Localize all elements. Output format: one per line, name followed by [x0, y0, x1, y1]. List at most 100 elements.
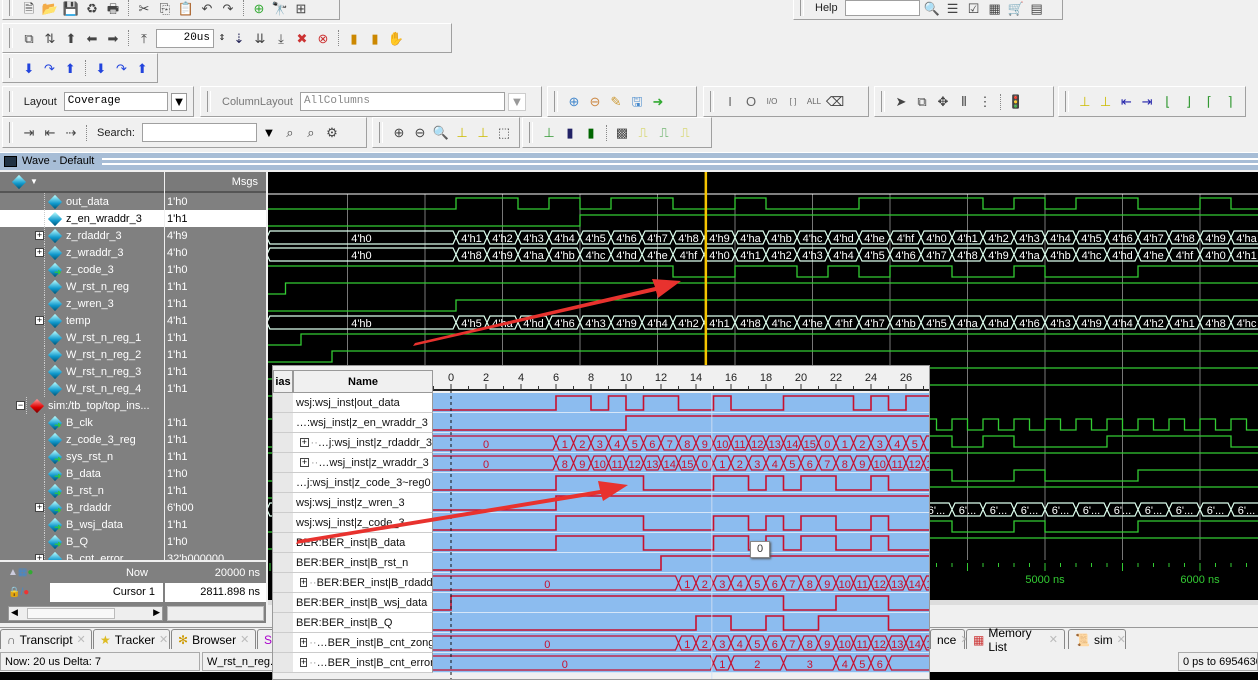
select-pointer-icon[interactable]: ➤: [892, 93, 910, 111]
spreadsheet-icon[interactable]: ▤: [1028, 0, 1046, 17]
zoom-area-icon[interactable]: ⬚: [495, 124, 513, 142]
search-forward-icon[interactable]: ⌕: [281, 124, 299, 142]
expand-icon[interactable]: +: [35, 554, 44, 560]
grid-icon[interactable]: ▦: [986, 0, 1004, 17]
wave-pattern-icon[interactable]: ▩: [613, 124, 631, 142]
delete-cursor-icon[interactable]: ⊥: [1097, 93, 1115, 111]
signal-row[interactable]: W_rst_n_reg_1: [0, 329, 164, 346]
signal-row[interactable]: ➜ B_wsj_data: [0, 516, 164, 533]
prev-rising-icon[interactable]: ⌈: [1200, 93, 1218, 111]
stop-icon[interactable]: ⊗: [314, 29, 332, 47]
save-wave-icon[interactable]: 🖫: [628, 93, 646, 111]
zoom-full-icon[interactable]: 🔍: [432, 124, 450, 142]
run-length-input[interactable]: 20us: [156, 28, 214, 48]
copy-icon[interactable]: ⎘: [156, 0, 174, 17]
cursor-label[interactable]: Cursor 1: [50, 583, 163, 602]
step-into-icon[interactable]: ⬇: [20, 59, 38, 77]
search-input[interactable]: [141, 123, 257, 142]
expand-icon[interactable]: +: [35, 316, 44, 325]
prev-falling-icon[interactable]: ⌊: [1159, 93, 1177, 111]
signal-row[interactable]: ➜ z_code_3: [0, 261, 164, 278]
scroll-right-icon[interactable]: ▶: [153, 607, 160, 618]
signal-row[interactable]: W_rst_n_reg_2: [0, 346, 164, 363]
step-out-all-icon[interactable]: ⬆: [133, 59, 151, 77]
filter-input-icon[interactable]: I: [721, 93, 739, 111]
redo-icon[interactable]: ↷: [219, 0, 237, 17]
left-arrow-icon[interactable]: ⬅: [83, 29, 101, 47]
wave-window-titlebar[interactable]: Wave - Default: [0, 152, 1258, 170]
find-icon[interactable]: 🔭: [271, 0, 289, 17]
close-icon[interactable]: ✕: [1049, 633, 1058, 646]
expand-out-icon[interactable]: ⇤: [41, 124, 59, 142]
wave-step-2-icon[interactable]: ⎍: [655, 124, 673, 142]
hand-icon[interactable]: ✋: [387, 29, 405, 47]
tab-tracker[interactable]: ★ Tracker ✕: [93, 629, 170, 649]
filter-clear-icon[interactable]: ⌫: [826, 93, 844, 111]
connect-icon[interactable]: ⇢: [62, 124, 80, 142]
signal-row[interactable]: + ➜ B_rdaddr: [0, 499, 164, 516]
signal-row[interactable]: + temp: [0, 312, 164, 329]
close-icon[interactable]: ✕: [240, 633, 249, 646]
stack-icon[interactable]: ☰: [944, 0, 962, 17]
add-wave-icon[interactable]: ⊕: [565, 93, 583, 111]
performance-icon[interactable]: ▮: [345, 29, 363, 47]
chevron-down-icon[interactable]: ▼: [260, 124, 278, 142]
chevron-down-icon[interactable]: ▼: [30, 177, 38, 186]
memory-profile-icon[interactable]: ▮: [366, 29, 384, 47]
filter-internal-icon[interactable]: [ ]: [784, 93, 802, 111]
help-search-icon[interactable]: 🔍: [923, 0, 941, 17]
signal-row[interactable]: + z_wraddr_3: [0, 244, 164, 261]
expand-in-icon[interactable]: ⇥: [20, 124, 38, 142]
wave-bar-green-icon[interactable]: ▮: [582, 124, 600, 142]
checklist-icon[interactable]: ☑: [965, 0, 983, 17]
traffic-light-icon[interactable]: 🚦: [1007, 93, 1025, 111]
pan-icon[interactable]: ✥: [934, 93, 952, 111]
layout-select[interactable]: Coverage: [63, 92, 169, 111]
close-icon[interactable]: ✕: [1117, 633, 1126, 646]
zoom-cursor-icon[interactable]: ⊥: [453, 124, 471, 142]
tab-memory-list[interactable]: ▦ Memory List ✕: [966, 626, 1065, 654]
run-all-icon[interactable]: ⤓: [272, 29, 290, 47]
cart-icon[interactable]: 🛒: [1007, 0, 1025, 17]
search-options-icon[interactable]: ⚙: [323, 124, 341, 142]
new-file-icon[interactable]: 🗎: [20, 0, 38, 17]
signal-row[interactable]: ➜ B_clk: [0, 414, 164, 431]
chevron-down-icon[interactable]: ▼: [171, 92, 187, 111]
export-wave-icon[interactable]: ➜: [649, 93, 667, 111]
wave-step-1-icon[interactable]: ⎍: [634, 124, 652, 142]
filter-output-icon[interactable]: O: [742, 93, 760, 111]
print-icon[interactable]: 🖶: [104, 0, 122, 17]
edit-wave-icon[interactable]: ✎: [607, 93, 625, 111]
search-backward-icon[interactable]: ⌕: [302, 124, 320, 142]
paste-icon[interactable]: 📋: [177, 0, 195, 17]
run-continue-icon[interactable]: ⇊: [251, 29, 269, 47]
step-out-icon[interactable]: ⬆: [61, 59, 79, 77]
cursor-lock-icon[interactable]: ⫴: [955, 93, 973, 111]
step-over-all-icon[interactable]: ↷: [113, 59, 131, 77]
next-rising-icon[interactable]: ⌉: [1221, 93, 1239, 111]
spinner-icon[interactable]: ⇕: [217, 29, 227, 47]
chevron-down-icon[interactable]: ▼: [507, 92, 526, 111]
filter-all-icon[interactable]: ALL: [805, 93, 823, 111]
signal-row[interactable]: z_wren_3: [0, 295, 164, 312]
now-icons[interactable]: ▲▦●: [0, 567, 60, 578]
step-over-icon[interactable]: ↷: [41, 59, 59, 77]
tab-transcript[interactable]: ∩ Transcript ✕: [0, 629, 92, 649]
signal-row[interactable]: ➜ sys_rst_n: [0, 448, 164, 465]
wave-bar-blue-icon[interactable]: ▮: [561, 124, 579, 142]
close-icon[interactable]: ✕: [77, 633, 86, 646]
value-scrollbar[interactable]: [167, 606, 264, 621]
signal-row[interactable]: z_en_wraddr_3: [0, 210, 164, 227]
undo-icon[interactable]: ↶: [198, 0, 216, 17]
hierarchy-icon[interactable]: ⊞: [292, 0, 310, 17]
expand-icon[interactable]: +: [35, 231, 44, 240]
cut-icon[interactable]: ✂: [135, 0, 153, 17]
reload-icon[interactable]: ♻: [83, 0, 101, 17]
up-arrow-icon[interactable]: ⬆: [62, 29, 80, 47]
expand-icon[interactable]: +: [35, 503, 44, 512]
scroll-thumb[interactable]: [27, 608, 115, 619]
signal-row[interactable]: ➜ B_Q: [0, 533, 164, 550]
cursor-icons[interactable]: 🔒/●: [0, 587, 50, 598]
signal-row[interactable]: + z_rdaddr_3: [0, 227, 164, 244]
signal-row[interactable]: z_code_3_reg: [0, 431, 164, 448]
